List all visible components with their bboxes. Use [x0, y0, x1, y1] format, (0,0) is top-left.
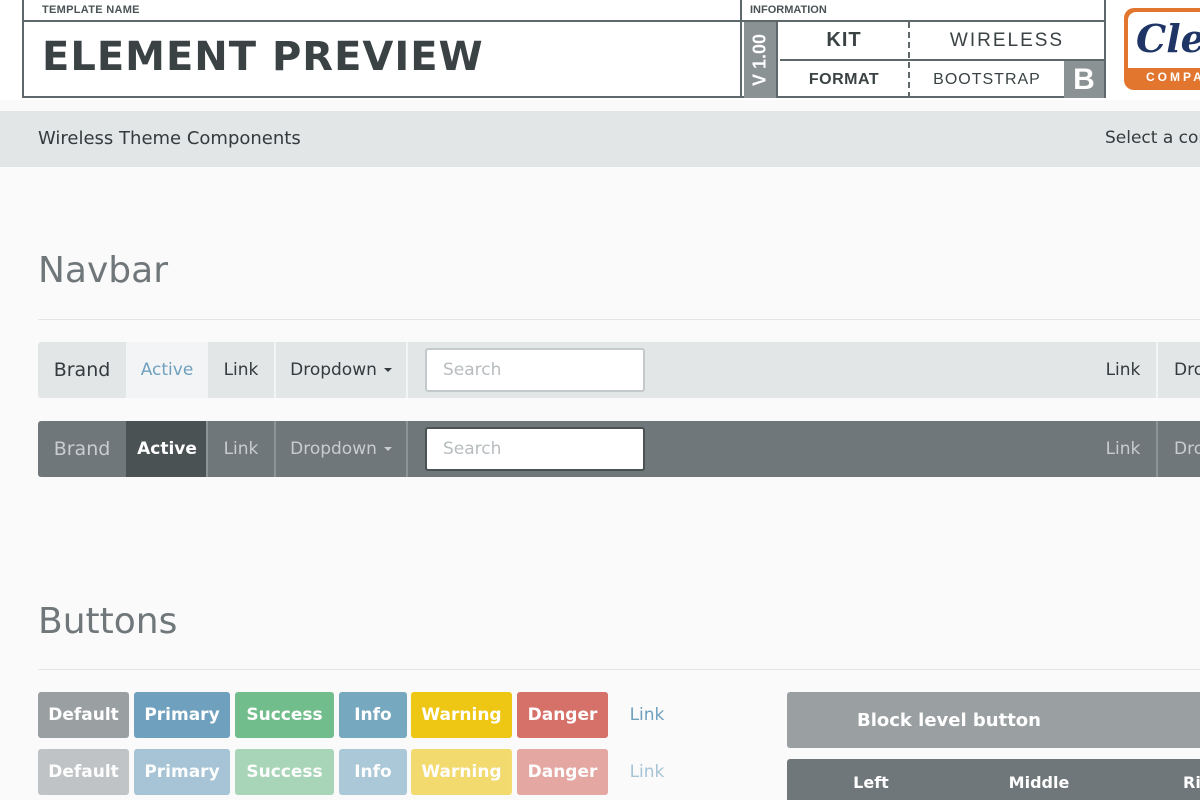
section-heading-navbar: Navbar: [38, 250, 169, 291]
button-group: Left Middle Ri: [787, 759, 1200, 800]
template-name-box: TEMPLATE NAME ELEMENT PREVIEW: [22, 0, 742, 98]
info-button-disabled[interactable]: Info: [339, 749, 407, 795]
company-logo-subtitle: COMPA: [1146, 70, 1200, 84]
bootstrap-logo-letter: B: [1073, 62, 1095, 96]
company-logo-script: Clev: [1136, 16, 1200, 61]
information-label: INFORMATION: [750, 4, 827, 16]
version-strip: V 1.00: [744, 22, 778, 98]
navbar-right-link[interactable]: Link: [1090, 342, 1156, 398]
primary-button-disabled[interactable]: Primary: [134, 749, 230, 795]
kit-label: KIT: [826, 29, 862, 51]
template-header: TEMPLATE NAME ELEMENT PREVIEW INFORMATIO…: [0, 0, 1200, 100]
navbar-item-active[interactable]: Active: [126, 421, 208, 477]
button-group-right[interactable]: Ri: [1123, 759, 1200, 800]
section-divider: [38, 669, 1200, 670]
block-level-button[interactable]: Block level button: [787, 692, 1200, 748]
navbar-item-link[interactable]: Link: [208, 421, 274, 477]
navbar-separator: [406, 421, 408, 477]
link-button-disabled[interactable]: Link: [614, 749, 680, 795]
warning-button-disabled[interactable]: Warning: [411, 749, 512, 795]
section-divider: [38, 319, 1200, 320]
navbar-search-input[interactable]: [425, 348, 645, 392]
page-title: ELEMENT PREVIEW: [42, 34, 484, 80]
link-button[interactable]: Link: [614, 692, 680, 738]
format-value: BOOTSTRAP: [933, 70, 1041, 88]
divider: [24, 20, 740, 22]
navbar-brand[interactable]: Brand: [38, 342, 126, 398]
navbar-right-dropdown[interactable]: Dro: [1158, 342, 1200, 398]
navbar-item-dropdown[interactable]: Dropdown: [276, 342, 406, 398]
info-button[interactable]: Info: [339, 692, 407, 738]
success-button[interactable]: Success: [235, 692, 334, 738]
version-label: V 1.00: [749, 33, 770, 87]
section-heading-buttons: Buttons: [38, 601, 178, 642]
navbar-item-link[interactable]: Link: [208, 342, 274, 398]
company-logo-panel: Clev: [1128, 12, 1200, 68]
bootstrap-logo-icon: B: [1064, 61, 1104, 98]
navbar-item-active[interactable]: Active: [126, 342, 208, 398]
danger-button[interactable]: Danger: [517, 692, 608, 738]
company-logo: Clev COMPA: [1124, 8, 1200, 90]
navbar-search-input[interactable]: [425, 427, 645, 471]
format-label: FORMAT: [808, 70, 880, 88]
component-select-prompt[interactable]: Select a con: [1105, 128, 1200, 148]
subheader-title: Wireless Theme Components: [38, 128, 301, 149]
button-group-middle[interactable]: Middle: [955, 759, 1123, 800]
success-button-disabled[interactable]: Success: [235, 749, 334, 795]
default-button-disabled[interactable]: Default: [38, 749, 129, 795]
danger-button-disabled[interactable]: Danger: [517, 749, 608, 795]
primary-button[interactable]: Primary: [134, 692, 230, 738]
subheader-bar: Wireless Theme Components Select a con: [0, 111, 1200, 167]
warning-button[interactable]: Warning: [411, 692, 512, 738]
kit-value: WIRELESS: [949, 29, 1065, 51]
information-box: INFORMATION V 1.00 KIT WIRELESS FORMAT B…: [740, 0, 1106, 98]
default-button[interactable]: Default: [38, 692, 129, 738]
navbar-right-link[interactable]: Link: [1090, 421, 1156, 477]
navbar-right-dropdown[interactable]: Dro: [1158, 421, 1200, 477]
navbar-brand[interactable]: Brand: [38, 421, 126, 477]
navbar-dropdown-label: Dropdown: [290, 360, 377, 380]
navbar-light: Brand Active Link Dropdown Link Dro: [38, 342, 1200, 398]
information-grid: KIT WIRELESS FORMAT BOOTSTRAP B: [780, 22, 1104, 98]
navbar-item-dropdown[interactable]: Dropdown: [276, 421, 406, 477]
navbar-separator: [406, 342, 408, 398]
navbar-dark: Brand Active Link Dropdown Link Dro: [38, 421, 1200, 477]
navbar-dropdown-label: Dropdown: [290, 439, 377, 459]
button-group-left[interactable]: Left: [787, 759, 955, 800]
template-name-label: TEMPLATE NAME: [42, 4, 140, 16]
caret-down-icon: [383, 447, 392, 451]
caret-down-icon: [383, 368, 392, 372]
